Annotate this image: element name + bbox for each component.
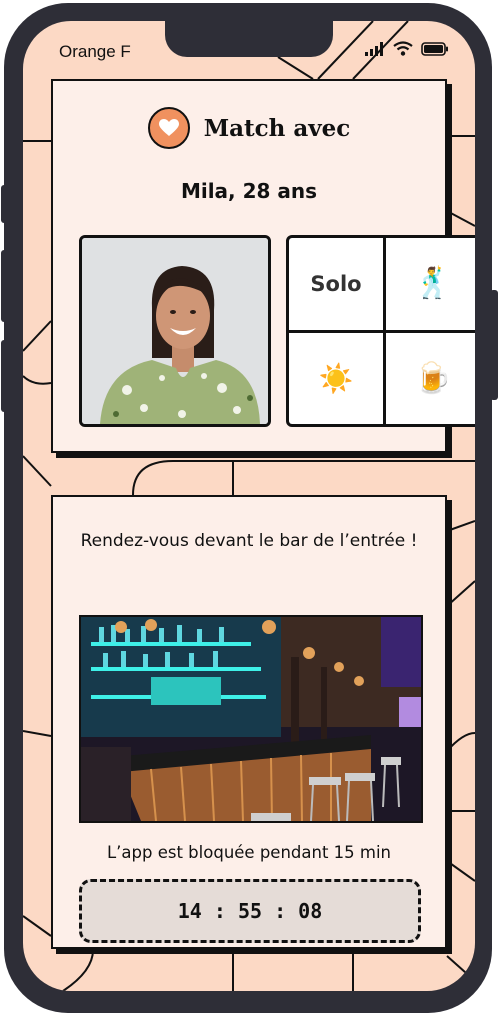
status-icons bbox=[365, 41, 449, 56]
interest-tile-beer[interactable]: 🍺 bbox=[386, 332, 475, 424]
interest-label-solo: Solo bbox=[310, 271, 362, 296]
interest-tile-sun[interactable]: ☀️ bbox=[289, 332, 383, 424]
interest-tile-dance[interactable]: 🕺 bbox=[386, 238, 475, 330]
beer-icon: 🍺 bbox=[414, 360, 452, 396]
side-button-volume-down bbox=[1, 340, 9, 412]
interest-tile-solo[interactable]: Solo bbox=[289, 238, 383, 330]
sun-icon: ☀️ bbox=[318, 361, 354, 395]
wifi-icon bbox=[393, 41, 413, 56]
bar-photo-illustration bbox=[81, 617, 421, 821]
battery-icon bbox=[421, 41, 448, 56]
match-card: Match avec Mila, 28 ans Solo 🕺 ☀️ 🍺 bbox=[51, 79, 475, 453]
countdown-timer: 14 : 55 : 08 bbox=[79, 879, 421, 943]
bar-photo bbox=[79, 615, 423, 823]
dancer-icon: 🕺 bbox=[414, 266, 452, 302]
match-name: Mila, 28 ans bbox=[180, 179, 318, 203]
signal-icon bbox=[365, 41, 383, 56]
phone-screen: Orange F Match avec Mila, 28 ans Solo 🕺 … bbox=[23, 21, 475, 991]
side-button-volume-up bbox=[1, 250, 9, 322]
heart-icon bbox=[158, 119, 179, 136]
side-button-power bbox=[490, 290, 498, 400]
meeting-card: Rendez-vous devant le bar de l’entrée ! bbox=[51, 495, 447, 949]
side-button-mute bbox=[1, 185, 9, 223]
profile-photo[interactable] bbox=[79, 235, 271, 427]
heart-badge bbox=[147, 107, 190, 149]
meeting-message: Rendez-vous devant le bar de l’entrée ! bbox=[80, 531, 418, 551]
profile-photo-illustration bbox=[82, 238, 268, 424]
match-title: Match avec bbox=[203, 114, 351, 142]
carrier-label: Orange F bbox=[59, 42, 131, 61]
match-header: Match avec bbox=[53, 107, 445, 149]
interest-tiles: Solo 🕺 ☀️ 🍺 bbox=[286, 235, 475, 427]
notch bbox=[165, 21, 333, 57]
blocked-notice: L’app est bloquée pendant 15 min bbox=[106, 843, 392, 862]
